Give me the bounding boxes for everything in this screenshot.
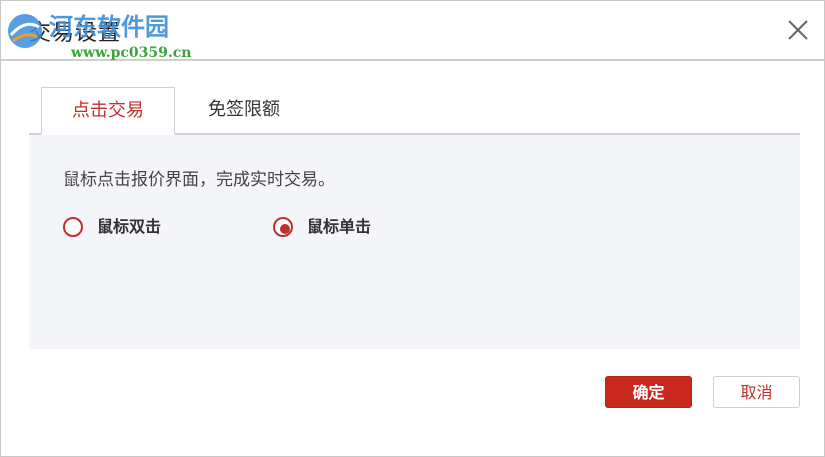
radio-label: 鼠标单击 [307,217,372,236]
watermark-text: 河东软件园 [49,12,169,41]
panel-description: 鼠标点击报价界面，完成实时交易。 [63,170,335,190]
watermark-url: www.pc0359.cn [71,45,192,61]
radio-label: 鼠标双击 [97,217,162,236]
watermark-logo-icon [8,14,42,48]
close-icon[interactable] [785,17,811,43]
tab-bar: 点击交易 免签限额 [29,87,800,135]
tab-panel: 鼠标点击报价界面，完成实时交易。 鼠标双击 鼠标单击 [29,135,800,349]
radio-selected-dot [280,224,290,234]
radio-circle[interactable] [63,217,83,237]
watermark: 河东软件园 www.pc0359.cn [5,5,205,63]
dialog-titlebar: 交易设置 河东软件园 www.pc0359.cn [1,1,824,61]
tab-sign-free-limit[interactable]: 免签限额 [189,87,299,133]
ok-button[interactable]: 确定 [605,376,692,408]
tab-click-trade[interactable]: 点击交易 [41,87,175,135]
trade-settings-dialog: 交易设置 河东软件园 www.pc0359.cn 点击交易 免签限额 鼠标点击报… [0,0,825,457]
cancel-button[interactable]: 取消 [713,376,800,408]
radio-circle[interactable] [273,217,293,237]
